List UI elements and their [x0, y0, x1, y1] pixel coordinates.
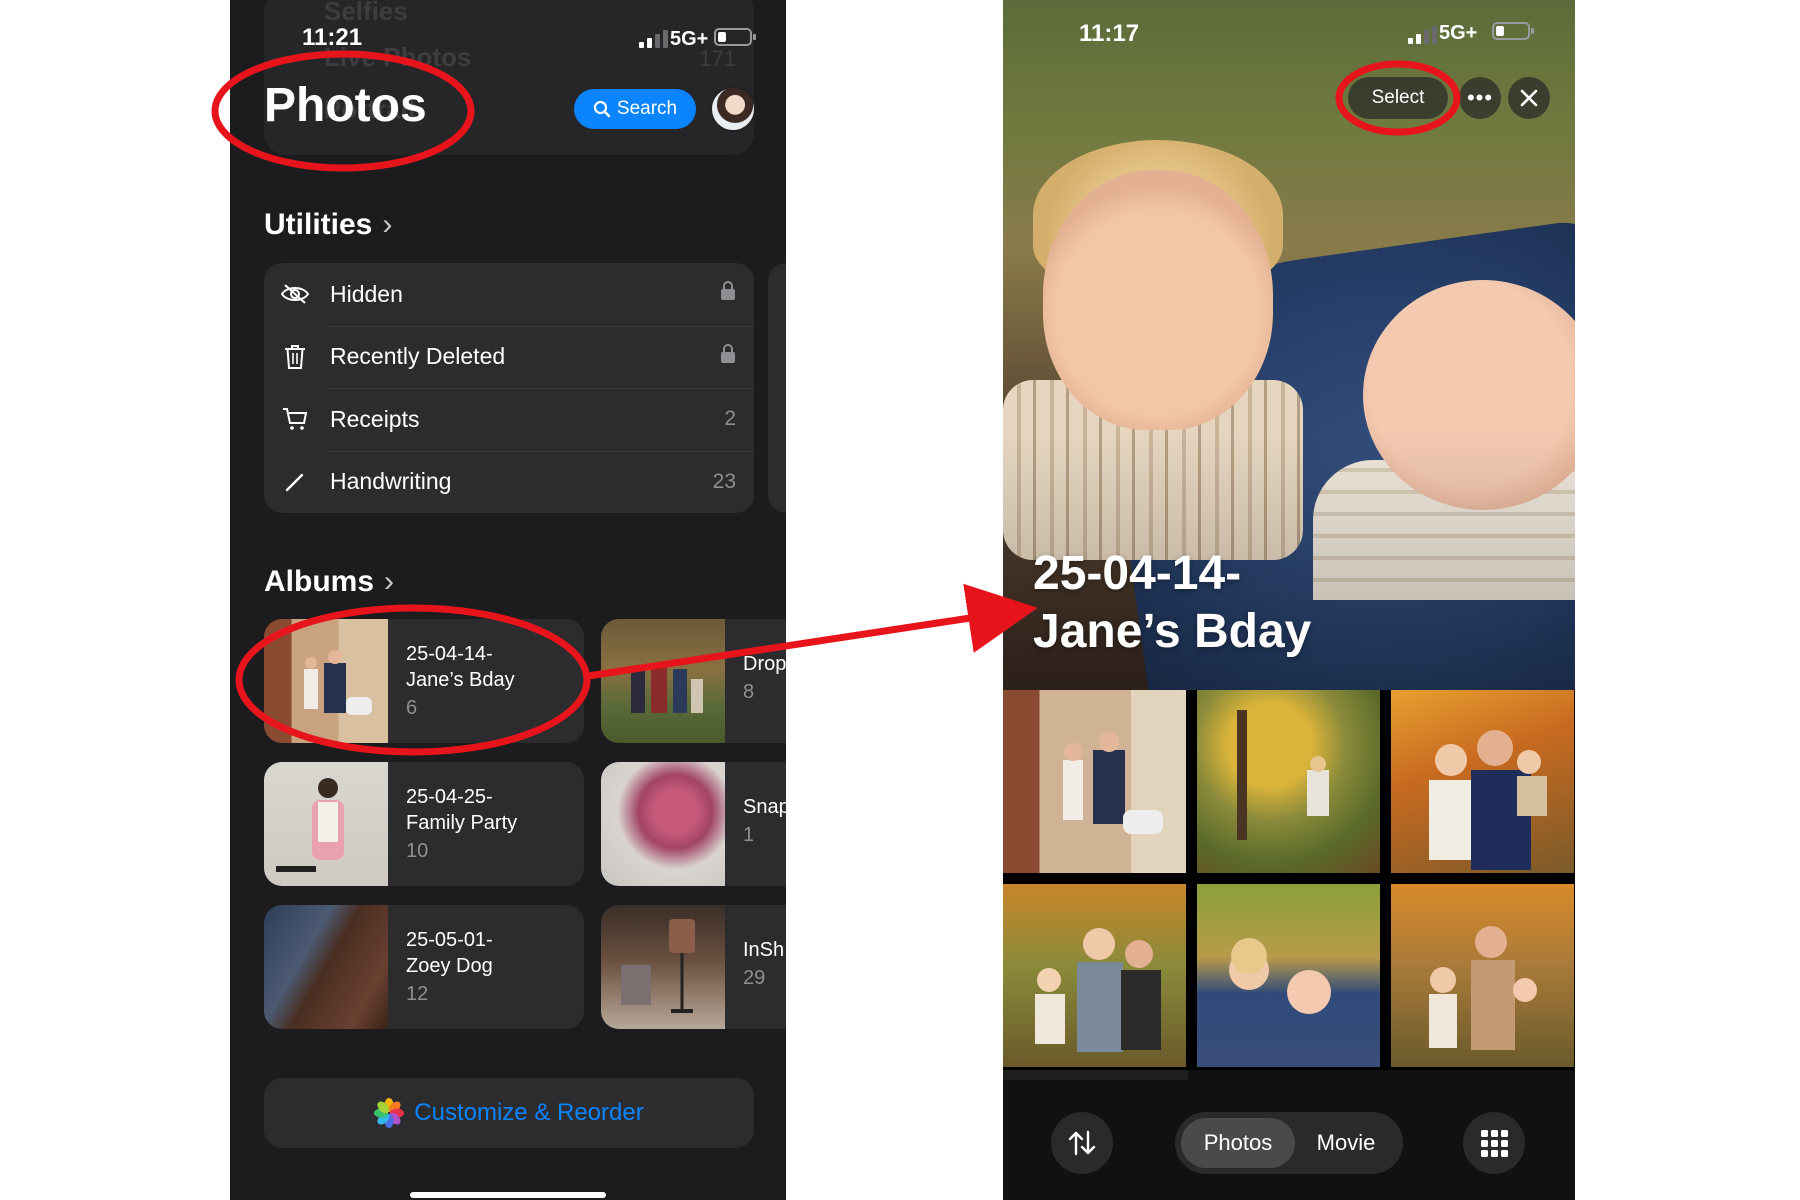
utility-count: 2 — [724, 407, 736, 431]
more-options-button[interactable]: ••• — [1459, 77, 1501, 119]
utility-label: Handwriting — [330, 468, 452, 495]
close-button[interactable] — [1508, 77, 1550, 119]
search-button[interactable]: Search — [574, 89, 696, 129]
toolbar-edge — [1003, 1070, 1188, 1080]
album-count: 8 — [743, 681, 755, 703]
lock-icon — [720, 281, 736, 307]
album-name: Drop — [743, 653, 786, 675]
album-thumbnail — [601, 905, 725, 1029]
album-thumbnail — [264, 762, 388, 886]
grid-photo[interactable] — [1197, 690, 1380, 873]
album-card-snap[interactable]: Snap 1 — [601, 762, 786, 886]
pencil-icon — [280, 467, 310, 497]
lock-icon — [720, 343, 736, 370]
bottom-toolbar: Photos Movie — [1003, 1070, 1575, 1200]
utility-count: 23 — [712, 469, 736, 493]
grid-view-button[interactable] — [1463, 1112, 1525, 1174]
grid-photo[interactable] — [1391, 690, 1574, 873]
album-count: 10 — [406, 840, 429, 862]
network-label: 5G+ — [1439, 22, 1478, 44]
cart-icon — [280, 404, 310, 434]
grid-photo[interactable] — [1003, 884, 1186, 1067]
next-card-peek — [768, 263, 786, 513]
grid-photo[interactable] — [1391, 884, 1574, 1067]
albums-heading[interactable]: Albums › — [264, 565, 394, 599]
album-card-janes-bday[interactable]: 25-04-14- Jane’s Bday 6 — [264, 619, 584, 743]
grid-icon — [1480, 1129, 1508, 1157]
utilities-list: Hidden Recently Deleted Receipts 2 Handw… — [264, 263, 754, 513]
home-indicator[interactable] — [410, 1192, 606, 1198]
status-time: 11:17 — [1079, 20, 1140, 47]
utility-label: Receipts — [330, 405, 420, 432]
select-button[interactable]: Select — [1348, 77, 1448, 119]
album-name: InSh — [743, 939, 785, 961]
eye-slash-icon — [280, 279, 310, 309]
album-name: 25-05-01- Zoey Dog — [406, 929, 493, 977]
photos-movie-segmented-control: Photos Movie — [1175, 1112, 1403, 1174]
utilities-heading-label: Utilities — [264, 208, 373, 241]
photos-flower-icon — [374, 1098, 405, 1128]
chevron-right-icon: › — [384, 565, 395, 598]
album-count: 29 — [743, 967, 766, 989]
photos-library-screen: Selfies Live Photos 171 Portrait 11:21 5… — [230, 0, 786, 1200]
status-bar: 11:17 5G+ — [1003, 0, 1575, 60]
cellular-signal-icon — [1408, 26, 1437, 44]
album-thumbnail — [601, 762, 725, 886]
album-detail-screen: 11:17 5G+ Select ••• 25-04-14- Jane’s Bd… — [1003, 0, 1575, 1200]
page-title: Photos — [264, 79, 427, 132]
screenshot-stage: Selfies Live Photos 171 Portrait 11:21 5… — [0, 0, 1800, 1200]
utilities-heading[interactable]: Utilities › — [264, 208, 392, 242]
album-card-drop[interactable]: Drop 8 — [601, 619, 786, 743]
album-count: 12 — [406, 983, 429, 1005]
utility-label: Hidden — [330, 280, 403, 307]
album-count: 1 — [743, 824, 755, 846]
photo-toddler-face — [1043, 170, 1273, 430]
utility-item-hidden[interactable]: Hidden — [264, 263, 754, 326]
close-icon — [1520, 89, 1538, 107]
album-thumbnail — [264, 905, 388, 1029]
utility-item-handwriting[interactable]: Handwriting 23 — [264, 450, 754, 514]
customize-reorder-label: Customize & Reorder — [414, 1099, 644, 1126]
search-button-label: Search — [616, 98, 678, 119]
album-name: 25-04-25- Family Party — [406, 786, 518, 834]
album-name: Snap — [743, 796, 786, 818]
search-icon — [593, 100, 611, 118]
trash-icon — [280, 342, 310, 372]
grid-photo[interactable] — [1197, 884, 1380, 1067]
segment-photos[interactable]: Photos — [1181, 1118, 1295, 1168]
battery-icon — [1492, 22, 1534, 40]
battery-icon — [714, 28, 756, 46]
album-card-family-party[interactable]: 25-04-25- Family Party 10 — [264, 762, 584, 886]
cellular-signal-icon — [639, 30, 668, 48]
album-title: 25-04-14- Jane’s Bday — [1033, 547, 1312, 658]
sort-button[interactable] — [1051, 1112, 1113, 1174]
utility-label: Recently Deleted — [330, 343, 506, 370]
albums-heading-label: Albums — [264, 565, 375, 598]
network-label: 5G+ — [670, 28, 709, 50]
album-card-inshot[interactable]: InSh 29 — [601, 905, 786, 1029]
album-count: 6 — [406, 697, 418, 719]
segment-movie[interactable]: Movie — [1295, 1118, 1397, 1168]
profile-avatar[interactable] — [710, 86, 756, 132]
sort-arrows-icon — [1068, 1130, 1096, 1156]
utility-item-recently-deleted[interactable]: Recently Deleted — [264, 325, 754, 389]
album-thumbnail — [601, 619, 725, 743]
photo-grid — [1003, 690, 1575, 1067]
chevron-right-icon: › — [382, 208, 393, 241]
album-card-zoey-dog[interactable]: 25-05-01- Zoey Dog 12 — [264, 905, 584, 1029]
grid-photo[interactable] — [1003, 690, 1186, 873]
album-name: 25-04-14- Jane’s Bday — [406, 643, 515, 691]
album-thumbnail — [264, 619, 388, 743]
status-time: 11:21 — [302, 24, 363, 51]
customize-reorder-button[interactable]: Customize & Reorder — [264, 1078, 754, 1148]
status-bar: 11:21 5G+ — [230, 0, 786, 70]
utility-item-receipts[interactable]: Receipts 2 — [264, 388, 754, 451]
